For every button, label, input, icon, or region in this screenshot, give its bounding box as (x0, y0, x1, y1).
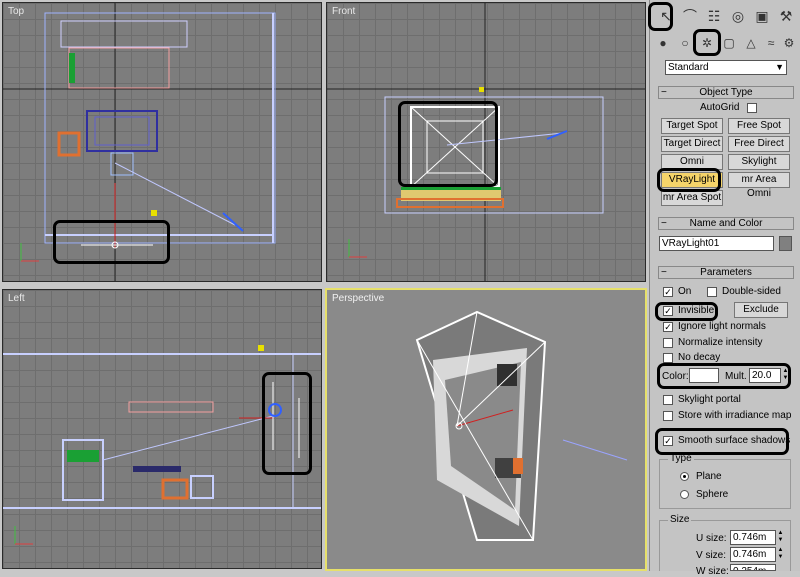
target-spot-button[interactable]: Target Spot (661, 118, 723, 134)
u-size-label: U size: (696, 533, 727, 544)
highlight-front-light (398, 101, 498, 187)
normalize-checkbox[interactable] (663, 338, 673, 348)
geometry-icon[interactable]: ● (654, 34, 672, 52)
double-sided-checkbox[interactable] (707, 287, 717, 297)
space-warps-icon[interactable]: ≈ (762, 34, 780, 52)
v-size-field[interactable]: 0.746m (730, 547, 776, 562)
object-type-title: Object Type (699, 87, 753, 98)
helpers-icon[interactable]: △ (742, 34, 760, 52)
cameras-icon[interactable]: ▢ (720, 34, 738, 52)
modify-tab-icon[interactable]: ⌒ (678, 4, 702, 28)
normalize-label: Normalize intensity (678, 337, 763, 348)
viewport-label[interactable]: Left (8, 293, 25, 304)
object-name-field[interactable]: VRayLight01 (659, 236, 774, 251)
category-dropdown-value: Standard (668, 62, 709, 73)
highlight-color-mult (657, 363, 791, 389)
display-tab-icon[interactable]: ▣ (750, 4, 774, 28)
highlight-vraylight-button (657, 168, 721, 192)
highlight-left-light (262, 372, 312, 475)
utilities-tab-icon[interactable]: ⚒ (774, 4, 798, 28)
highlight-top-light (53, 220, 170, 264)
highlight-lights-category (693, 29, 721, 56)
viewport-label[interactable]: Front (332, 6, 355, 17)
object-color-swatch[interactable] (779, 236, 792, 251)
sphere-radio[interactable] (680, 490, 689, 499)
ignore-normals-label: Ignore light normals (678, 321, 766, 332)
viewport-label[interactable]: Top (8, 6, 24, 17)
free-direct-button[interactable]: Free Direct (728, 136, 790, 152)
on-label: On (678, 286, 692, 297)
motion-tab-icon[interactable]: ◎ (726, 4, 750, 28)
plane-label: Plane (696, 471, 722, 482)
skylight-portal-label: Skylight portal (678, 394, 741, 405)
free-spot-button[interactable]: Free Spot (728, 118, 790, 134)
v-size-label: V size: (696, 550, 727, 561)
mr-area-spot-button[interactable]: mr Area Spot (661, 190, 723, 206)
parameters-rollout[interactable]: − Parameters (658, 266, 794, 279)
name-color-rollout[interactable]: − Name and Color (658, 217, 794, 230)
exclude-button[interactable]: Exclude (734, 302, 788, 318)
autogrid-checkbox[interactable] (747, 103, 757, 113)
chevron-down-icon: ▼ (775, 62, 784, 72)
systems-icon[interactable]: ⚙ (780, 34, 798, 52)
category-dropdown[interactable]: Standard ▼ (665, 60, 787, 75)
no-decay-label: No decay (678, 352, 721, 363)
shapes-icon[interactable]: ○ (676, 34, 694, 52)
double-sided-label: Double-sided (722, 286, 781, 297)
on-checkbox[interactable]: ✓ (663, 287, 673, 297)
u-size-field[interactable]: 0.746m (730, 530, 776, 545)
store-irradiance-checkbox[interactable] (663, 411, 673, 421)
size-group-title: Size (668, 514, 692, 525)
v-size-spinner[interactable]: ▲ ▼ (777, 547, 784, 562)
skylight-button[interactable]: Skylight (728, 154, 790, 170)
w-size-label: W size: (696, 566, 729, 577)
name-color-title: Name and Color (689, 218, 763, 229)
mr-area-omni-button[interactable]: mr Area Omni (728, 172, 790, 199)
plane-radio[interactable] (680, 472, 689, 481)
viewport-perspective[interactable]: Perspective (325, 288, 647, 571)
u-size-spinner[interactable]: ▲ ▼ (777, 530, 784, 545)
autogrid-label: AutoGrid (700, 102, 740, 113)
viewport-label[interactable]: Perspective (332, 293, 384, 304)
perspective-scene (415, 310, 628, 541)
hierarchy-tab-icon[interactable]: ☷ (702, 4, 726, 28)
w-size-field[interactable]: 0.254m (730, 564, 776, 571)
object-type-rollout[interactable]: − Object Type (658, 86, 794, 99)
store-irradiance-label: Store with irradiance map (678, 410, 792, 421)
parameters-title: Parameters (700, 267, 752, 278)
target-direct-button[interactable]: Target Direct (661, 136, 723, 152)
highlight-smooth-shadows (655, 428, 789, 455)
skylight-portal-checkbox[interactable] (663, 395, 673, 405)
highlight-create-tab (648, 2, 673, 31)
command-panel: ↖ ⌒ ☷ ◎ ▣ ⚒ ● ○ ✲ ▢ △ ≈ ⚙ Standard ▼ − O… (649, 0, 800, 577)
type-group (659, 459, 791, 509)
highlight-invisible (655, 302, 718, 321)
ignore-normals-checkbox[interactable]: ✓ (663, 322, 673, 332)
sphere-label: Sphere (696, 489, 729, 500)
no-decay-checkbox[interactable] (663, 353, 673, 363)
